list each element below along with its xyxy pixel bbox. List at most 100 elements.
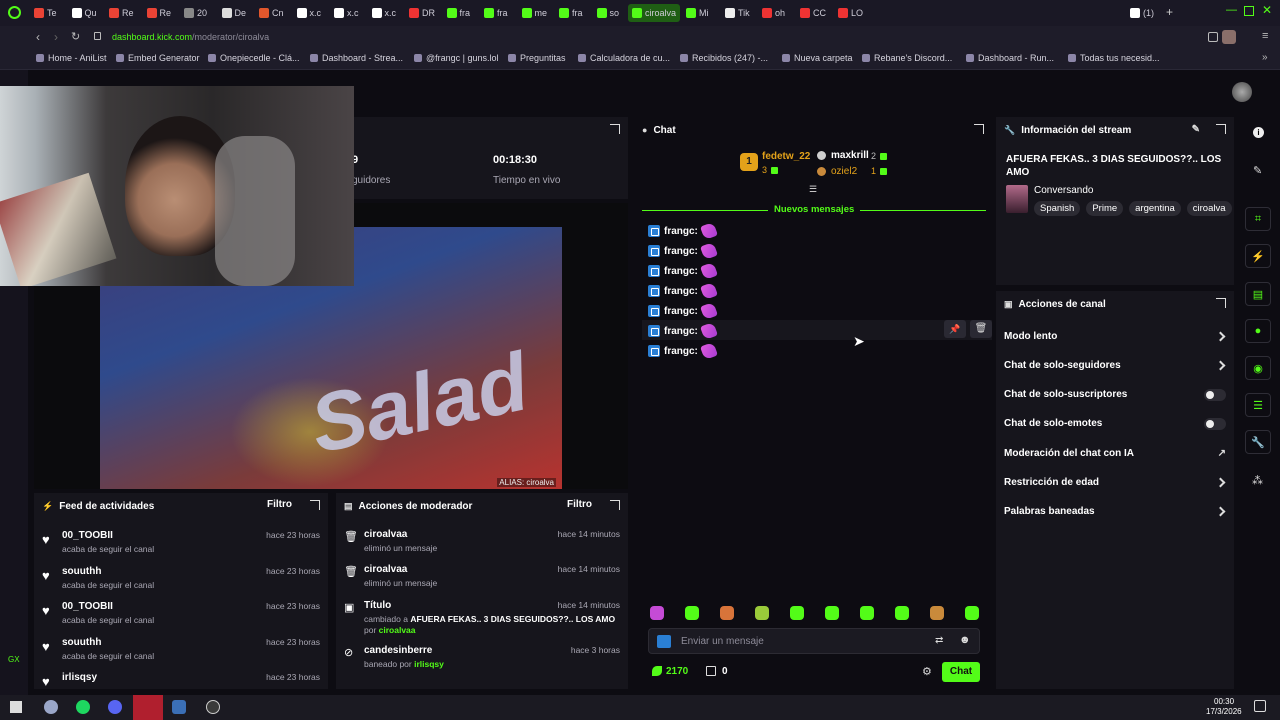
mod-action-actor[interactable]: ciroalvaa	[379, 625, 416, 635]
expand-icon[interactable]	[610, 500, 620, 510]
windows-start-icon[interactable]	[10, 701, 22, 713]
activity-filter-button[interactable]: Filtro	[267, 499, 292, 510]
chat-username[interactable]: frangc:	[664, 346, 698, 357]
expand-icon[interactable]	[610, 124, 620, 134]
stream-tag[interactable]: Spanish	[1034, 201, 1081, 216]
new-tab-icon[interactable]: +	[1166, 5, 1173, 19]
quick-emote-icon[interactable]	[790, 606, 804, 620]
bookmark-item[interactable]: Dashboard - Run...	[966, 53, 1054, 63]
chat-username[interactable]: frangc:	[664, 326, 698, 337]
browser-tab[interactable]: LO	[838, 4, 863, 22]
channel-action-item[interactable]: Chat de solo-suscriptores	[998, 383, 1234, 407]
chat-message[interactable]: frangc:	[648, 262, 718, 280]
activity-username[interactable]: 00_TOOBII	[62, 601, 113, 612]
bookmark-item[interactable]: Embed Generator	[116, 53, 200, 63]
chat-username[interactable]: frangc:	[664, 306, 698, 317]
emoji-icon[interactable]: ☻	[959, 634, 971, 646]
collapse-leaderboard-icon[interactable]: ☰	[809, 184, 817, 195]
tool-wrench-icon[interactable]: 🔧	[1245, 430, 1271, 454]
browser-tab[interactable]: fra	[446, 4, 470, 22]
toggle-switch[interactable]	[1204, 417, 1226, 430]
browser-tab[interactable]: Tik	[725, 4, 750, 22]
gift-icon[interactable]	[706, 666, 716, 676]
reload-icon[interactable]: ↻	[71, 30, 80, 43]
forward-icon[interactable]: ›	[54, 30, 58, 44]
tool-broadcast-icon[interactable]: ◉	[1245, 356, 1271, 380]
info-icon[interactable]: i	[1253, 127, 1264, 138]
expand-icon[interactable]	[1216, 298, 1226, 308]
expand-icon[interactable]	[974, 124, 984, 134]
quick-emote-icon[interactable]	[965, 606, 979, 620]
minimize-icon[interactable]: —	[1226, 4, 1237, 16]
activity-username[interactable]: souuthh	[62, 637, 101, 648]
bookmark-item[interactable]: Onepiecedle - Clá...	[208, 53, 300, 63]
browser-tab[interactable]: x.c	[296, 4, 321, 22]
expand-icon[interactable]	[1216, 124, 1226, 134]
bookmark-item[interactable]: Preguntitas	[508, 53, 566, 63]
chat-settings-icon[interactable]: ⚙	[922, 665, 932, 678]
quick-emote-icon[interactable]	[895, 606, 909, 620]
app-icon-1[interactable]	[44, 700, 58, 714]
delete-message-icon[interactable]: 🗑	[970, 320, 992, 338]
chat-input-box[interactable]: Enviar un mensaje ⇄ ☻	[648, 628, 980, 654]
browser-tab[interactable]: Qu	[71, 4, 97, 22]
browser-tab[interactable]: fra	[484, 4, 508, 22]
bookmark-item[interactable]: Rebane's Discord...	[862, 53, 952, 63]
opera-gx-taskbar-icon[interactable]	[133, 695, 163, 720]
url-field[interactable]: dashboard.kick.com/moderator/ciroalva	[112, 32, 269, 42]
browser-tab[interactable]: (1)	[1130, 4, 1154, 22]
chat-username[interactable]: frangc:	[664, 266, 698, 277]
pencil-icon[interactable]: ✎	[1253, 164, 1262, 177]
activity-username[interactable]: souuthh	[62, 566, 101, 577]
menu-icon[interactable]: ≡	[1262, 30, 1268, 42]
spotify-icon[interactable]	[76, 700, 90, 714]
tool-extra-icon[interactable]: ⁂	[1252, 474, 1263, 487]
stream-tag[interactable]: Prime	[1086, 201, 1124, 216]
mod-action-user[interactable]: candesinberre	[364, 645, 432, 656]
user-avatar[interactable]	[1232, 82, 1252, 102]
activity-username[interactable]: 00_TOOBII	[62, 530, 113, 541]
tool-layout-icon[interactable]: ☰	[1245, 393, 1271, 417]
mod-filter-button[interactable]: Filtro	[567, 499, 592, 510]
browser-tab[interactable]: Cn	[259, 4, 284, 22]
browser-tab[interactable]: ciroalva	[628, 4, 681, 22]
bookmark-item[interactable]: Dashboard - Strea...	[310, 53, 403, 63]
mod-action-user[interactable]: ciroalvaa	[364, 564, 407, 575]
mod-action-user[interactable]: ciroalvaa	[364, 529, 407, 540]
app-icon-3[interactable]	[206, 700, 220, 714]
quick-emote-icon[interactable]	[720, 606, 734, 620]
browser-tab[interactable]: De	[221, 4, 246, 22]
chat-message[interactable]: frangc:	[648, 302, 718, 320]
opera-logo-icon[interactable]	[8, 6, 21, 19]
mod-action-user[interactable]: Título	[364, 600, 391, 611]
bookmark-item[interactable]: Todas tus necesid...	[1068, 53, 1160, 63]
chat-username[interactable]: frangc:	[664, 226, 698, 237]
browser-tab[interactable]: CC	[800, 4, 826, 22]
tool-screenshot-icon[interactable]: ⌗	[1245, 207, 1271, 231]
browser-tab[interactable]: 20	[184, 4, 207, 22]
browser-tab[interactable]: x.c	[334, 4, 359, 22]
bookmark-item[interactable]: Nueva carpeta	[782, 53, 853, 63]
sidebar-gx-icon[interactable]: GX	[8, 655, 20, 664]
browser-tab[interactable]: oh	[762, 4, 785, 22]
chat-message[interactable]: frangc:	[648, 282, 718, 300]
profile-avatar[interactable]	[1222, 30, 1236, 44]
browser-tab[interactable]: Re	[146, 4, 171, 22]
channel-action-item[interactable]: Palabras baneadas	[998, 500, 1234, 524]
chat-message[interactable]: frangc:	[648, 322, 718, 340]
send-chat-button[interactable]: Chat	[942, 662, 980, 682]
maximize-icon[interactable]	[1244, 6, 1254, 16]
channel-action-item[interactable]: Moderación del chat con IA ↗	[998, 441, 1234, 465]
browser-tab[interactable]: me	[521, 4, 547, 22]
bookmarks-more-icon[interactable]: »	[1262, 52, 1268, 63]
toggle-switch[interactable]	[1204, 388, 1226, 401]
notifications-icon[interactable]	[1254, 700, 1266, 712]
tool-document-icon[interactable]: ▤	[1245, 282, 1271, 306]
back-icon[interactable]: ‹	[36, 30, 40, 44]
channel-action-item[interactable]: Restricción de edad	[998, 471, 1234, 495]
chat-message[interactable]: frangc:	[648, 342, 718, 360]
quick-emote-icon[interactable]	[685, 606, 699, 620]
browser-tab[interactable]: Te	[34, 4, 57, 22]
channel-action-item[interactable]: Modo lento	[998, 324, 1234, 348]
chat-message[interactable]: frangc:	[648, 222, 718, 240]
